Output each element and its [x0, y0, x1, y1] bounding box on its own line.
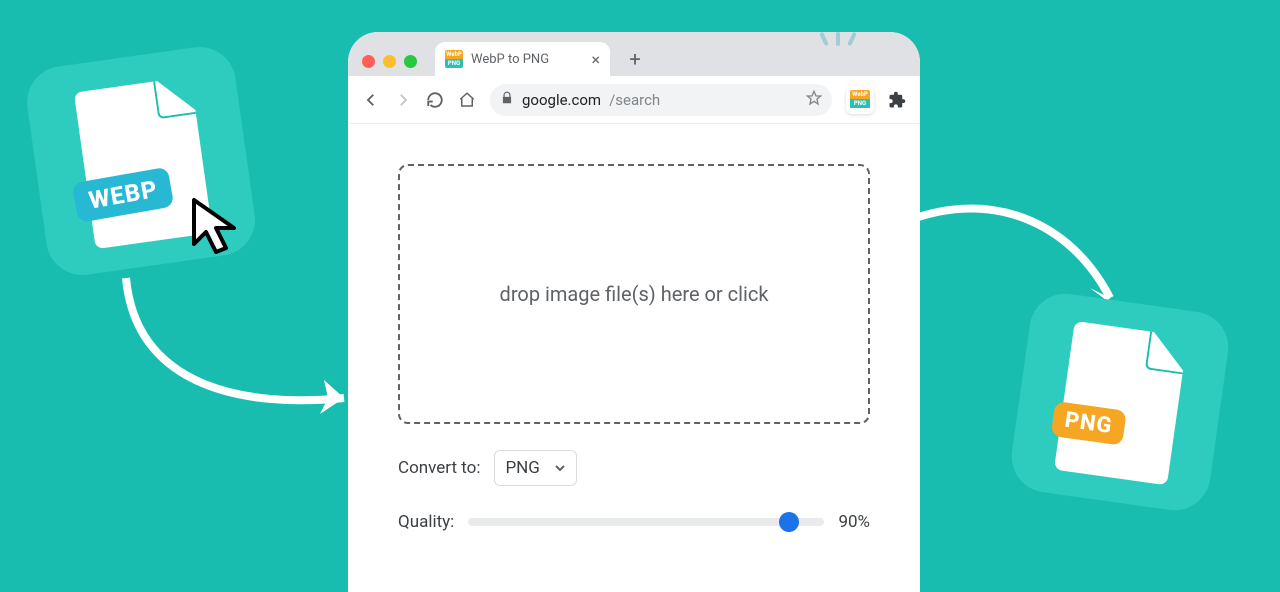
slider-thumb[interactable]	[779, 512, 799, 532]
new-tab-button[interactable]: +	[620, 44, 650, 74]
browser-window: WebP PNG WebP to PNG × + google.com/se	[348, 32, 920, 592]
tab-strip: WebP PNG WebP to PNG × +	[348, 32, 920, 76]
bookmark-icon[interactable]	[806, 90, 822, 110]
forward-button[interactable]	[394, 91, 412, 109]
file-icon: PNG	[1054, 321, 1188, 485]
extensions-menu-icon[interactable]	[888, 91, 906, 109]
url-path: /search	[609, 91, 660, 109]
arrow-icon	[96, 258, 376, 438]
window-controls	[362, 55, 417, 68]
browser-tab[interactable]: WebP PNG WebP to PNG ×	[435, 42, 610, 76]
convert-row: Convert to: PNG	[398, 450, 870, 486]
webp-badge: WEBP	[72, 167, 175, 223]
close-window-icon[interactable]	[362, 55, 375, 68]
minimize-window-icon[interactable]	[383, 55, 396, 68]
quality-slider[interactable]	[468, 518, 824, 526]
url-host: google.com	[522, 91, 601, 109]
page-content: drop image file(s) here or click Convert…	[348, 124, 920, 532]
chevron-down-icon	[554, 462, 566, 474]
lock-icon	[500, 91, 514, 109]
close-tab-icon[interactable]: ×	[591, 50, 600, 69]
address-bar[interactable]: google.com/search	[490, 84, 832, 116]
extension-icon[interactable]: WebP PNG	[846, 86, 874, 114]
png-file-card: PNG	[1007, 289, 1233, 515]
format-select[interactable]: PNG	[494, 450, 576, 486]
quality-value: 90%	[838, 512, 870, 532]
tab-title: WebP to PNG	[471, 52, 549, 67]
home-button[interactable]	[458, 91, 476, 109]
quality-row: Quality: 90%	[398, 512, 870, 532]
convert-label: Convert to:	[398, 458, 480, 478]
favicon-icon: WebP PNG	[445, 50, 463, 68]
back-button[interactable]	[362, 91, 380, 109]
cursor-icon	[186, 196, 250, 260]
dropzone[interactable]: drop image file(s) here or click	[398, 164, 870, 424]
quality-label: Quality:	[398, 512, 454, 532]
format-selected: PNG	[505, 458, 539, 478]
png-badge: PNG	[1051, 401, 1127, 446]
browser-toolbar: google.com/search WebP PNG	[348, 76, 920, 124]
reload-button[interactable]	[426, 91, 444, 109]
dropzone-text: drop image file(s) here or click	[500, 282, 769, 306]
maximize-window-icon[interactable]	[404, 55, 417, 68]
